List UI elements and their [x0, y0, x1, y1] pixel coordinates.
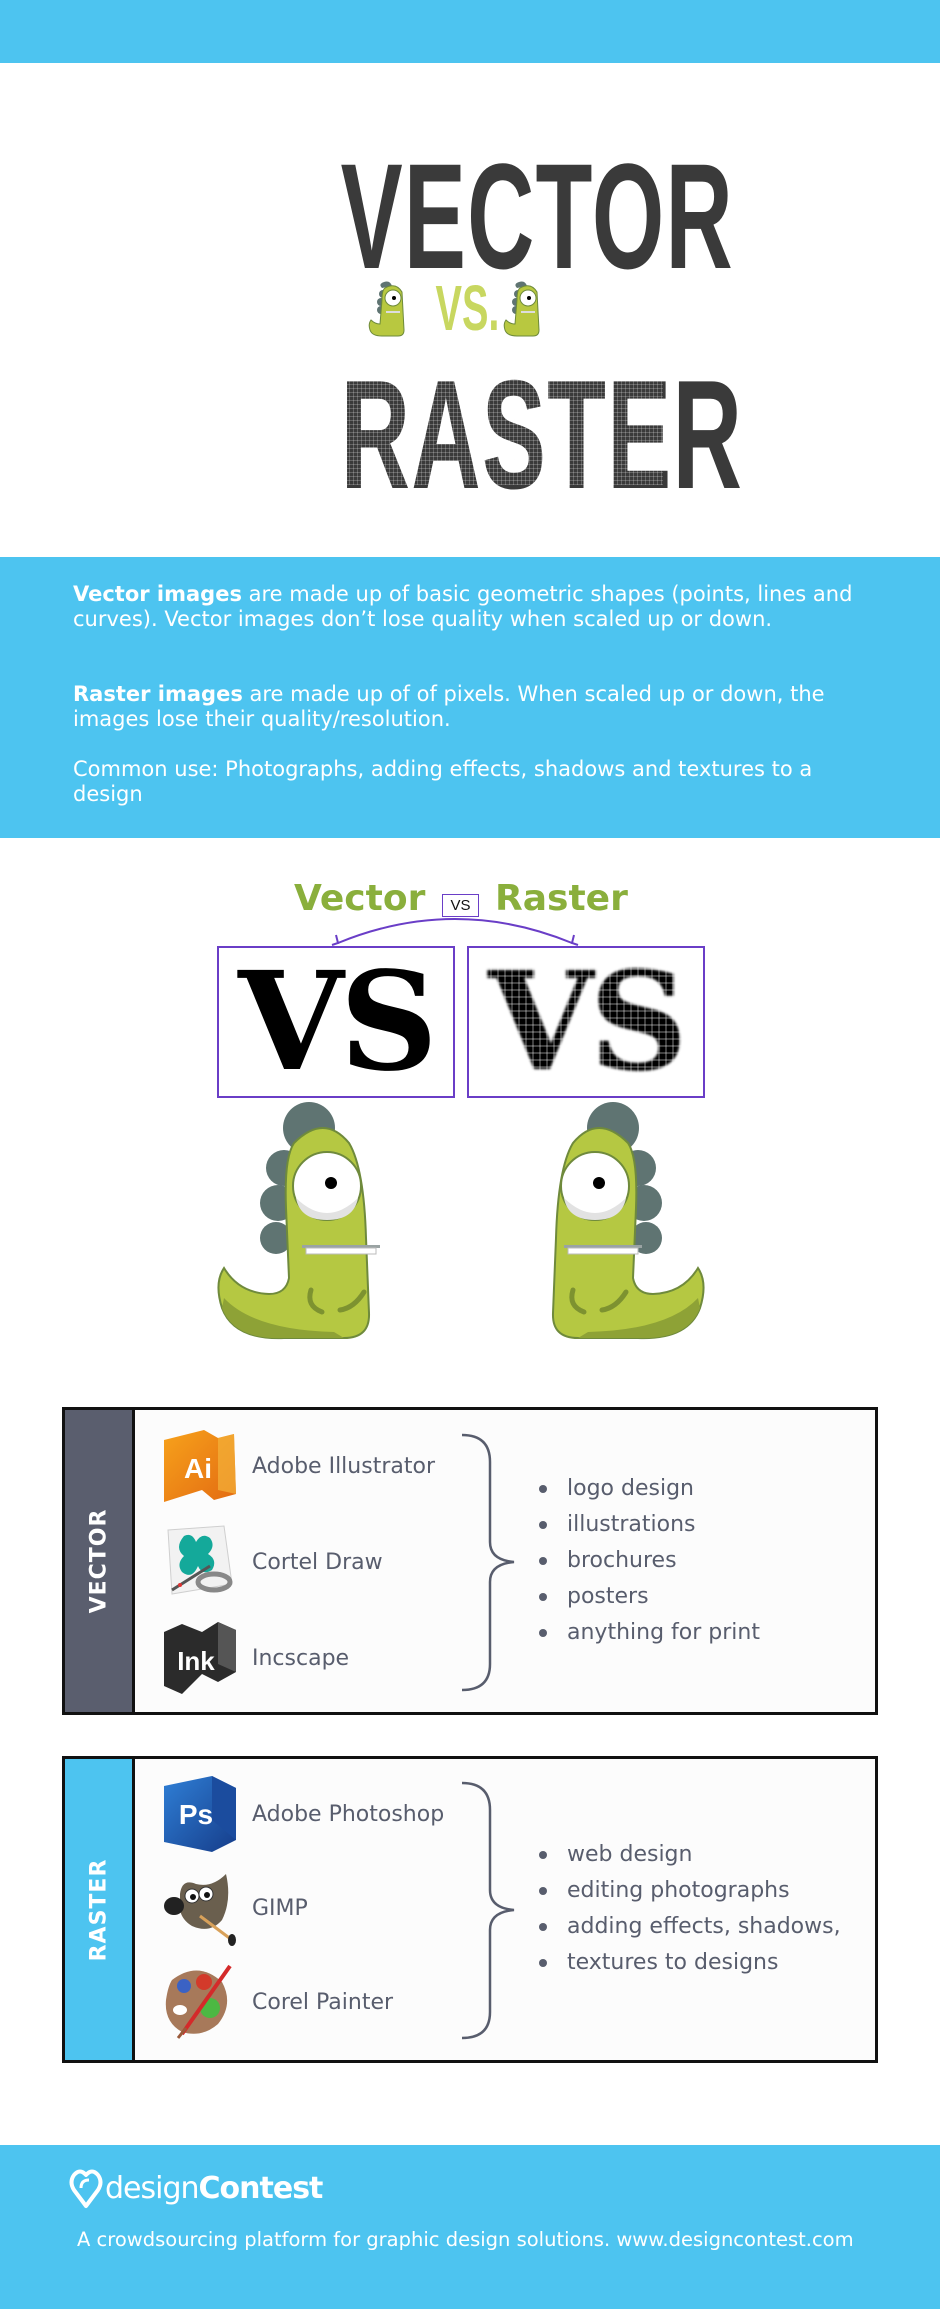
title-vs: VS. — [435, 272, 500, 344]
pixel-overlay — [469, 948, 703, 1096]
bullet-icon — [539, 1959, 547, 1967]
monster-vector-illustration — [217, 1102, 380, 1340]
title-vector: VECTOR — [340, 132, 734, 300]
bullet-icon — [539, 1629, 547, 1637]
bullet-icon — [539, 1923, 547, 1931]
use-item: adding effects, shadows, — [539, 1909, 841, 1945]
tool-item: Ps Adobe Photoshop — [162, 1776, 444, 1852]
use-text: posters — [567, 1584, 649, 1609]
footer-tagline: A crowdsourcing platform for graphic des… — [77, 2228, 854, 2251]
use-item: editing photographs — [539, 1873, 841, 1909]
use-text: illustrations — [567, 1512, 696, 1537]
raster-term: Raster images — [73, 682, 243, 706]
use-item: brochures — [539, 1543, 760, 1579]
vector-panel-label: VECTOR — [86, 1508, 111, 1614]
vector-panel-sidebar: VECTOR — [65, 1410, 135, 1712]
use-item: illustrations — [539, 1507, 760, 1543]
raster-panel-label: RASTER — [86, 1858, 111, 1961]
heart-logo-icon — [69, 2169, 103, 2208]
use-text: anything for print — [567, 1620, 760, 1645]
logo-text: designContest — [105, 2170, 324, 2206]
svg-text:Ai: Ai — [184, 1453, 212, 1484]
bullet-icon — [539, 1887, 547, 1895]
svg-text:Ink: Ink — [177, 1646, 215, 1676]
tool-item: Cortel Draw — [162, 1524, 383, 1600]
tool-item: Ai Adobe Illustrator — [162, 1428, 435, 1504]
gimp-icon — [162, 1870, 238, 1946]
tool-name: Adobe Illustrator — [252, 1453, 435, 1479]
vector-uses-list: logo design illustrations brochures post… — [539, 1471, 760, 1651]
bullet-icon — [539, 1557, 547, 1565]
tool-name: Corel Painter — [252, 1989, 394, 2015]
monster-icon-left — [368, 281, 405, 337]
tool-name: Incscape — [252, 1645, 350, 1671]
use-item: posters — [539, 1579, 760, 1615]
raster-uses-list: web design editing photographs adding ef… — [539, 1837, 841, 1981]
curly-brace-icon — [461, 1433, 515, 1692]
corel-draw-icon — [162, 1524, 238, 1600]
vector-term: Vector images — [73, 582, 242, 606]
tool-name: Adobe Photoshop — [252, 1801, 445, 1827]
bullet-icon — [539, 1851, 547, 1859]
designcontest-logo[interactable]: designContest — [69, 2165, 324, 2211]
logo-text-light: design — [105, 2170, 200, 2206]
use-item: textures to designs — [539, 1945, 841, 1981]
top-banner — [0, 0, 940, 63]
double-arrow-icon — [331, 918, 579, 946]
tool-item: Ink Incscape — [162, 1620, 349, 1696]
svg-text:Ps: Ps — [179, 1799, 213, 1830]
raster-panel: RASTER Ps Adobe Photoshop GIMP Corel Pai… — [62, 1756, 878, 2063]
use-text: textures to designs — [567, 1950, 779, 1975]
common-use: Common use: Photographs, adding effects,… — [73, 757, 813, 806]
tool-name: GIMP — [252, 1895, 308, 1921]
raster-definition: Raster images are made up of of pixels. … — [73, 682, 873, 732]
vector-sample-text: VS — [238, 946, 438, 1098]
raster-sample-box: VS — [467, 946, 705, 1098]
use-item: logo design — [539, 1471, 760, 1507]
logo-text-bold: Contest — [198, 2170, 324, 2206]
use-text: brochures — [567, 1548, 677, 1573]
adobe-illustrator-icon: Ai — [162, 1428, 238, 1504]
tool-item: Corel Painter — [162, 1964, 393, 2040]
bullet-icon — [539, 1521, 547, 1529]
tool-item: GIMP — [162, 1870, 308, 1946]
inkscape-icon: Ink — [162, 1620, 238, 1696]
vector-definition: Vector images are made up of basic geome… — [73, 582, 873, 632]
bullet-icon — [539, 1593, 547, 1601]
adobe-photoshop-icon: Ps — [162, 1776, 238, 1852]
monster-raster-illustration — [551, 1102, 705, 1340]
corel-painter-icon — [162, 1964, 238, 2040]
use-text: adding effects, shadows, — [567, 1914, 841, 1939]
use-item: anything for print — [539, 1615, 760, 1651]
vector-panel: VECTOR Ai Adobe Illustrator Cortel Draw — [62, 1407, 878, 1715]
use-text: editing photographs — [567, 1878, 790, 1903]
use-text: logo design — [567, 1476, 694, 1501]
title-raster: RASTER — [340, 348, 744, 521]
bullet-icon — [539, 1485, 547, 1493]
use-text: web design — [567, 1842, 693, 1867]
raster-panel-sidebar: RASTER — [65, 1759, 135, 2060]
tool-name: Cortel Draw — [252, 1549, 383, 1575]
curly-brace-icon — [461, 1781, 515, 2040]
vector-sample-box: VS — [217, 946, 455, 1098]
use-item: web design — [539, 1837, 841, 1873]
monster-icon-right — [503, 281, 540, 337]
